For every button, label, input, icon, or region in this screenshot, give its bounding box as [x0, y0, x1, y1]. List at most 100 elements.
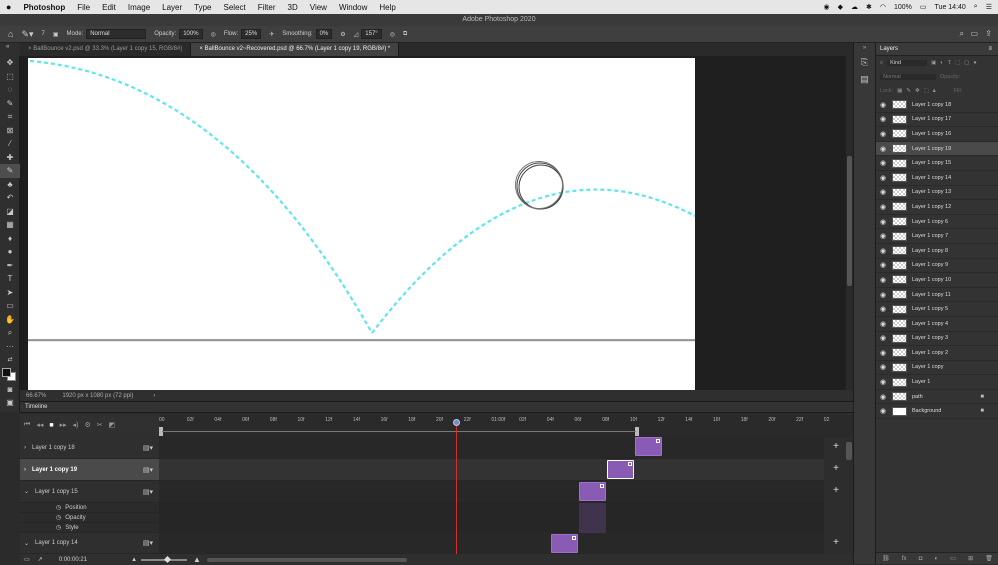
- first-frame-icon[interactable]: ⏮: [24, 421, 30, 429]
- trash-icon[interactable]: 🗑︎: [985, 555, 993, 562]
- smoothing-field[interactable]: 0%: [315, 29, 333, 39]
- audio-icon[interactable]: ◂): [73, 421, 79, 429]
- visibility-eye-icon[interactable]: ◉: [876, 407, 890, 415]
- gradient-tool-icon[interactable]: ▦: [0, 218, 20, 232]
- add-media-icon[interactable]: +: [833, 537, 839, 548]
- visibility-eye-icon[interactable]: ◉: [876, 218, 890, 226]
- stopwatch-icon[interactable]: ◷: [56, 524, 61, 531]
- quick-mask-icon[interactable]: ◙: [0, 383, 20, 397]
- filter-type-icon[interactable]: T: [948, 60, 951, 66]
- zoom-slider-handle[interactable]: [163, 555, 172, 563]
- share-icon[interactable]: ⇪: [985, 29, 992, 38]
- track-layer-1-copy-18[interactable]: › Layer 1 copy 18 ▤▾: [20, 437, 159, 459]
- settings-icon[interactable]: ⚙: [84, 421, 90, 429]
- opacity-field[interactable]: 100%: [179, 29, 203, 39]
- visibility-eye-icon[interactable]: ◉: [876, 305, 890, 313]
- visibility-eye-icon[interactable]: ◉: [876, 159, 890, 167]
- zoom-tool-icon[interactable]: ⌕: [0, 326, 20, 340]
- visibility-eye-icon[interactable]: ◉: [876, 276, 890, 284]
- lock-transparent-icon[interactable]: ▦: [897, 88, 902, 94]
- add-media-icon[interactable]: +: [833, 463, 839, 474]
- visibility-eye-icon[interactable]: ◉: [876, 188, 890, 196]
- layer-row[interactable]: ◉ Layer 1 copy 6: [876, 215, 998, 230]
- home-icon[interactable]: ⌂: [8, 29, 13, 39]
- lock-icon[interactable]: ■: [980, 394, 984, 400]
- mode-select[interactable]: Normal: [86, 29, 147, 39]
- menu-view[interactable]: View: [304, 3, 333, 12]
- screen-mode-icon[interactable]: ▣: [0, 396, 20, 410]
- path-select-icon[interactable]: ➤: [0, 286, 20, 300]
- pen-tool-icon[interactable]: ✒: [0, 259, 20, 273]
- crop-tool-icon[interactable]: ⌗: [0, 110, 20, 124]
- brush-size-picker[interactable]: 7: [42, 31, 45, 37]
- layer-row[interactable]: ◉ Layer 1 copy 2: [876, 346, 998, 361]
- add-media-icon[interactable]: +: [833, 441, 839, 452]
- visibility-eye-icon[interactable]: ◉: [876, 349, 890, 357]
- layer-row[interactable]: ◉ Layer 1 copy 7: [876, 229, 998, 244]
- clip-options-icon[interactable]: [656, 439, 660, 443]
- menu-help[interactable]: Help: [373, 3, 401, 12]
- visibility-eye-icon[interactable]: ◉: [876, 378, 890, 386]
- play-icon[interactable]: ■: [49, 422, 53, 429]
- canvas-area[interactable]: [20, 56, 853, 394]
- lock-image-icon[interactable]: ✎: [906, 88, 911, 94]
- playhead-handle[interactable]: [453, 419, 460, 426]
- workspace-icon[interactable]: ▭: [970, 29, 978, 38]
- layer-row[interactable]: ◉ Layer 1 copy 10: [876, 273, 998, 288]
- timecode[interactable]: 0:00:00:21: [59, 557, 87, 563]
- filter-kind-select[interactable]: Kind: [887, 60, 928, 66]
- lock-position-icon[interactable]: ✥: [915, 88, 920, 94]
- visibility-eye-icon[interactable]: ◉: [876, 145, 890, 153]
- new-layer-icon[interactable]: ⊞: [968, 555, 973, 562]
- scroll-thumb[interactable]: [847, 156, 852, 286]
- visibility-eye-icon[interactable]: ◉: [876, 174, 890, 182]
- expand-icon[interactable]: »: [854, 45, 875, 51]
- dodge-tool-icon[interactable]: ●: [0, 245, 20, 259]
- visibility-eye-icon[interactable]: ◉: [876, 320, 890, 328]
- layer-row[interactable]: ◉ Layer 1 copy 4: [876, 317, 998, 332]
- color-swatches[interactable]: [0, 367, 20, 383]
- filmstrip-icon[interactable]: ▭: [24, 556, 30, 563]
- layer-row[interactable]: ◉ Layer 1: [876, 375, 998, 390]
- convert-icon[interactable]: ↗: [38, 556, 43, 563]
- info-icon[interactable]: ▤: [854, 74, 875, 85]
- visibility-eye-icon[interactable]: ◉: [876, 363, 890, 371]
- clip-layer-1-copy-19[interactable]: [607, 460, 634, 479]
- apple-menu-icon[interactable]: ●: [0, 2, 17, 12]
- transition-icon[interactable]: ◩: [109, 421, 116, 429]
- layer-row[interactable]: ◉ Layer 1 copy 18: [876, 98, 998, 113]
- lock-all-icon[interactable]: 🔒︎: [933, 88, 936, 95]
- next-frame-icon[interactable]: ▸▸: [60, 421, 67, 429]
- track-menu-icon[interactable]: ▤▾: [143, 488, 153, 496]
- search-icon[interactable]: ⌕: [960, 29, 964, 39]
- pressure-size-icon[interactable]: ◎: [390, 31, 395, 38]
- chevron-right-icon[interactable]: ›: [153, 393, 155, 399]
- blur-tool-icon[interactable]: ♦: [0, 232, 20, 246]
- timeline-scroll-thumb[interactable]: [846, 442, 852, 460]
- menu-filter[interactable]: Filter: [252, 3, 282, 12]
- healing-brush-icon[interactable]: ✚: [0, 151, 20, 165]
- tab-ballbounce-recovered[interactable]: × BallBounce v2~Recovered.psd @ 66.7% (L…: [191, 43, 400, 56]
- hand-tool-icon[interactable]: ✋: [0, 313, 20, 327]
- menu-edit[interactable]: Edit: [96, 3, 122, 12]
- layer-row[interactable]: ◉ Layer 1 copy 17: [876, 113, 998, 128]
- lock-icon[interactable]: ■: [980, 408, 984, 414]
- menu-layer[interactable]: Layer: [156, 3, 188, 12]
- track-row-layer-1-copy-15[interactable]: [159, 481, 824, 503]
- cloud-icon[interactable]: ☁: [851, 3, 858, 11]
- layer-row[interactable]: ◉ Background ■: [876, 404, 998, 420]
- pressure-opacity-icon[interactable]: ◎: [211, 31, 216, 38]
- zoom-in-icon[interactable]: ▲: [193, 555, 201, 564]
- filter-pixel-icon[interactable]: ▣: [931, 60, 936, 66]
- wifi-icon[interactable]: ◠: [880, 3, 886, 11]
- track-menu-icon[interactable]: ▤▾: [143, 444, 153, 452]
- layer-row[interactable]: ◉ Layer 1 copy 15: [876, 156, 998, 171]
- timeline-horizontal-scroll[interactable]: [206, 557, 407, 562]
- canvas-vertical-scrollbar[interactable]: [846, 56, 853, 390]
- layer-row[interactable]: ◉ Layer 1 copy 8: [876, 244, 998, 259]
- menu-window[interactable]: Window: [333, 3, 373, 12]
- visibility-eye-icon[interactable]: ◉: [876, 203, 890, 211]
- fx-icon[interactable]: fx: [902, 556, 907, 562]
- symmetry-icon[interactable]: ⧉: [403, 31, 407, 38]
- zoom-out-icon[interactable]: ▲: [131, 557, 137, 563]
